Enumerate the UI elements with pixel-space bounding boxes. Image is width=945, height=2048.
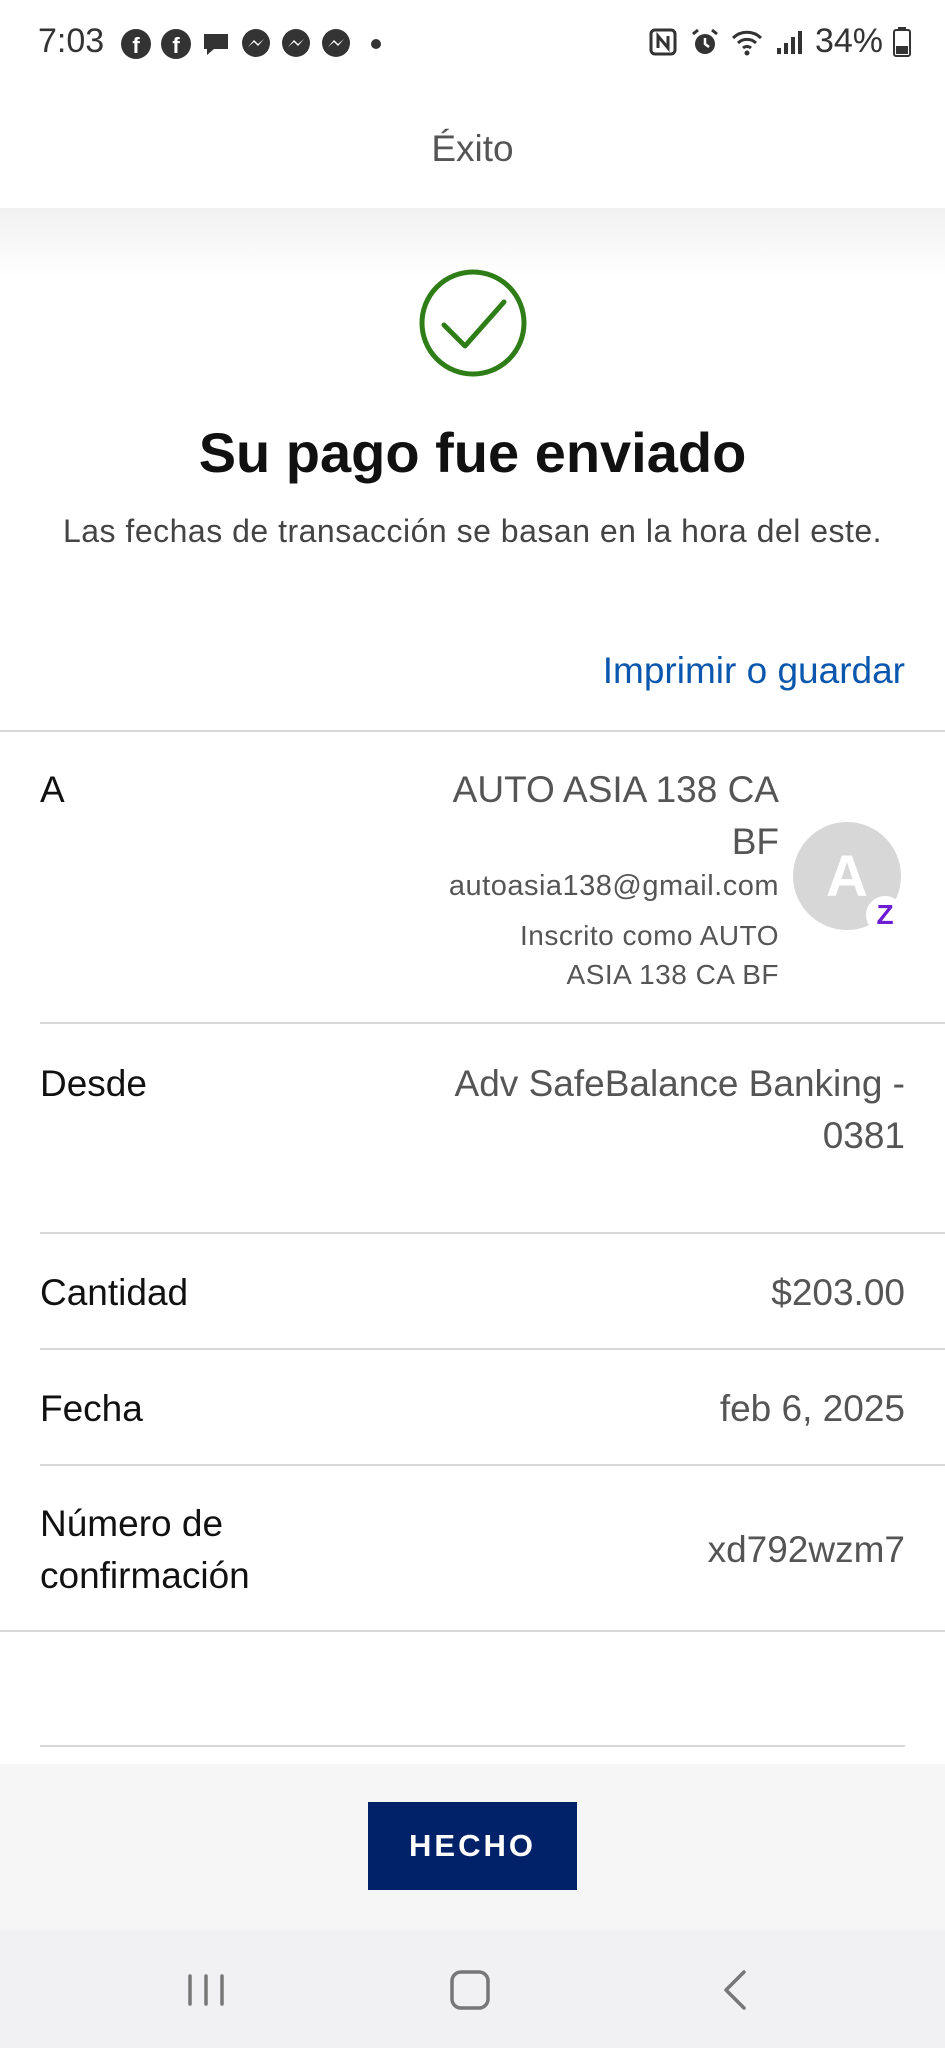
amount-value: $203.00: [771, 1272, 905, 1313]
facebook-icon: f: [121, 29, 151, 59]
messenger-icon: [322, 29, 350, 57]
signal-icon: [776, 30, 802, 54]
recipient-email: autoasia138@gmail.com: [448, 870, 779, 902]
app-header: Éxito: [0, 88, 945, 210]
confirmation-number-value: xd792wzm7: [707, 1529, 905, 1570]
done-button[interactable]: HECHO: [368, 1802, 577, 1890]
home-icon[interactable]: [440, 1960, 500, 2020]
status-time: 7:03: [38, 22, 105, 60]
zelle-badge-letter: Z: [876, 899, 894, 930]
back-icon[interactable]: [706, 1960, 766, 2020]
zelle-badge-icon: Z: [866, 896, 904, 934]
facebook-icon: f: [161, 29, 191, 59]
status-right: 34%: [647, 22, 911, 61]
divider: [40, 1348, 945, 1350]
svg-text:f: f: [132, 33, 140, 58]
recipient-name: AUTO ASIA 138 CA BF: [452, 769, 779, 862]
page-title: Éxito: [431, 128, 514, 169]
battery-icon: [893, 26, 911, 57]
divider: [40, 1745, 905, 1747]
print-or-save-link[interactable]: Imprimir o guardar: [603, 650, 905, 692]
battery-percent: 34%: [814, 22, 883, 60]
divider: [0, 730, 945, 732]
recent-apps-icon[interactable]: [176, 1960, 236, 2020]
divider: [40, 1232, 945, 1234]
success-checkmark-icon: [419, 269, 527, 377]
notification-icons: f f: [120, 28, 392, 60]
amount-label: Cantidad: [40, 1272, 189, 1313]
date-label: Fecha: [40, 1388, 143, 1429]
date-value: feb 6, 2025: [719, 1388, 905, 1429]
messenger-icon: [282, 29, 310, 57]
avatar-letter: A: [826, 843, 868, 909]
divider: [40, 1464, 945, 1466]
svg-text:f: f: [172, 33, 180, 58]
messenger-icon: [242, 29, 270, 57]
to-label: A: [40, 769, 65, 810]
from-label: Desde: [40, 1063, 147, 1104]
alarm-icon: [692, 28, 718, 54]
divider: [0, 1630, 945, 1632]
status-bar: 7:03 f f 34%: [0, 0, 945, 88]
confirmation-number-label: Número de confirmación: [40, 1503, 250, 1596]
recipient-enrolled-as: Inscrito como AUTO ASIA 138 CA BF: [519, 920, 779, 990]
nfc-icon: [649, 28, 677, 55]
more-notifications-dot-icon: [371, 39, 381, 49]
confirmation-subtitle: Las fechas de transacción se basan en la…: [62, 513, 883, 549]
wifi-icon: [731, 30, 762, 55]
from-account: Adv SafeBalance Banking - 0381: [454, 1063, 905, 1156]
chat-bubble-icon: [204, 34, 228, 55]
confirmation-title: Su pago fue enviado: [198, 421, 747, 484]
divider: [40, 1022, 945, 1024]
